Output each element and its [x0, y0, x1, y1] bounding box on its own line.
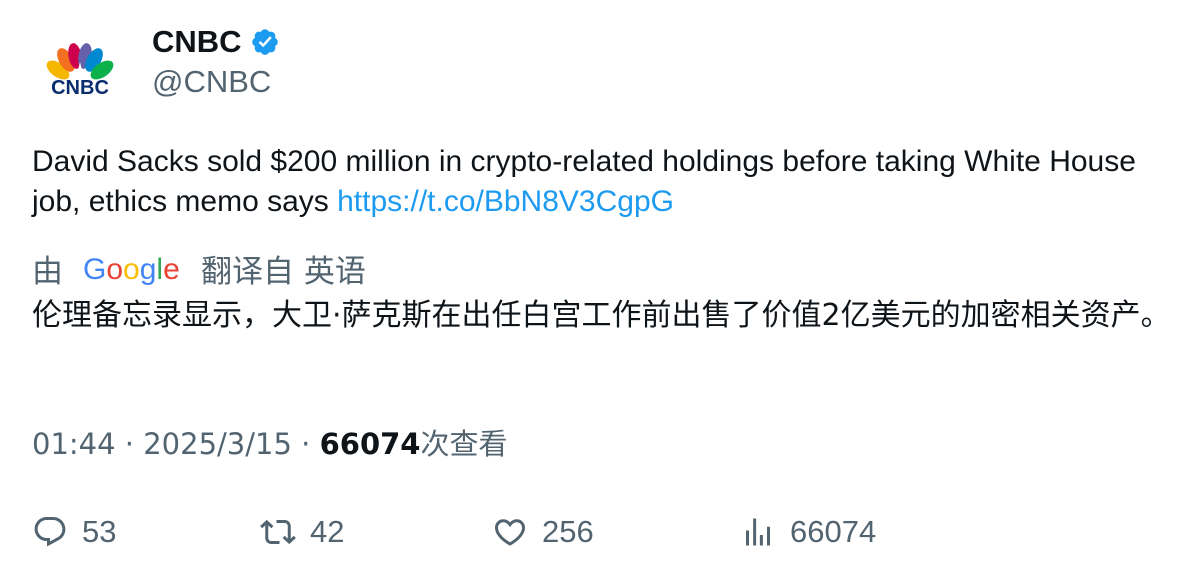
like-count: 256: [542, 514, 594, 549]
author-handle[interactable]: @CNBC: [152, 62, 271, 102]
author-name-row: CNBC: [152, 22, 280, 62]
tweet-text: David Sacks sold $200 million in crypto-…: [32, 142, 1162, 222]
tweet-time[interactable]: 01:44: [32, 427, 116, 461]
reply-button[interactable]: 53: [32, 510, 116, 554]
retweet-button[interactable]: 42: [260, 510, 344, 554]
google-wordmark: Google: [83, 253, 180, 286]
heart-icon: [494, 519, 526, 546]
tweet-link[interactable]: https://t.co/BbN8V3CgpG: [337, 185, 674, 218]
meta-separator: ·: [301, 427, 311, 461]
translation-prefix: 由: [32, 253, 63, 290]
translation-attribution: 由 Google 翻译自 英语: [32, 246, 366, 290]
views-action-count: 66074: [790, 514, 877, 549]
views-label: 次查看: [420, 427, 508, 461]
translated-text: 伦理备忘录显示，大卫·萨克斯在出任白宫工作前出售了价值2亿美元的加密相关资产。: [32, 298, 1171, 333]
retweet-count: 42: [310, 514, 345, 549]
reply-icon: [34, 517, 66, 547]
views-count: 66074: [319, 427, 421, 461]
tweet-date[interactable]: 2025/3/15: [143, 427, 292, 461]
avatar-logo-text: CNBC: [51, 77, 109, 99]
translation-suffix: 翻译自 英语: [201, 253, 366, 290]
like-button[interactable]: 256: [492, 510, 594, 554]
avatar[interactable]: CNBC: [32, 26, 128, 122]
views-chart-icon: [746, 518, 770, 546]
google-logo[interactable]: Google: [83, 248, 181, 288]
views-button[interactable]: 66074: [740, 510, 876, 554]
action-bar: 53 42 256 66074: [32, 510, 1162, 554]
tweet-meta: 01:44 · 2025/3/15 · 66074次查看: [32, 424, 508, 464]
reply-count: 53: [82, 514, 117, 549]
author-display-name[interactable]: CNBC: [152, 22, 242, 62]
retweet-icon: [260, 519, 296, 545]
cnbc-peacock-logo: CNBC: [46, 43, 114, 99]
meta-separator: ·: [124, 427, 135, 461]
verified-badge-icon[interactable]: [250, 27, 280, 57]
